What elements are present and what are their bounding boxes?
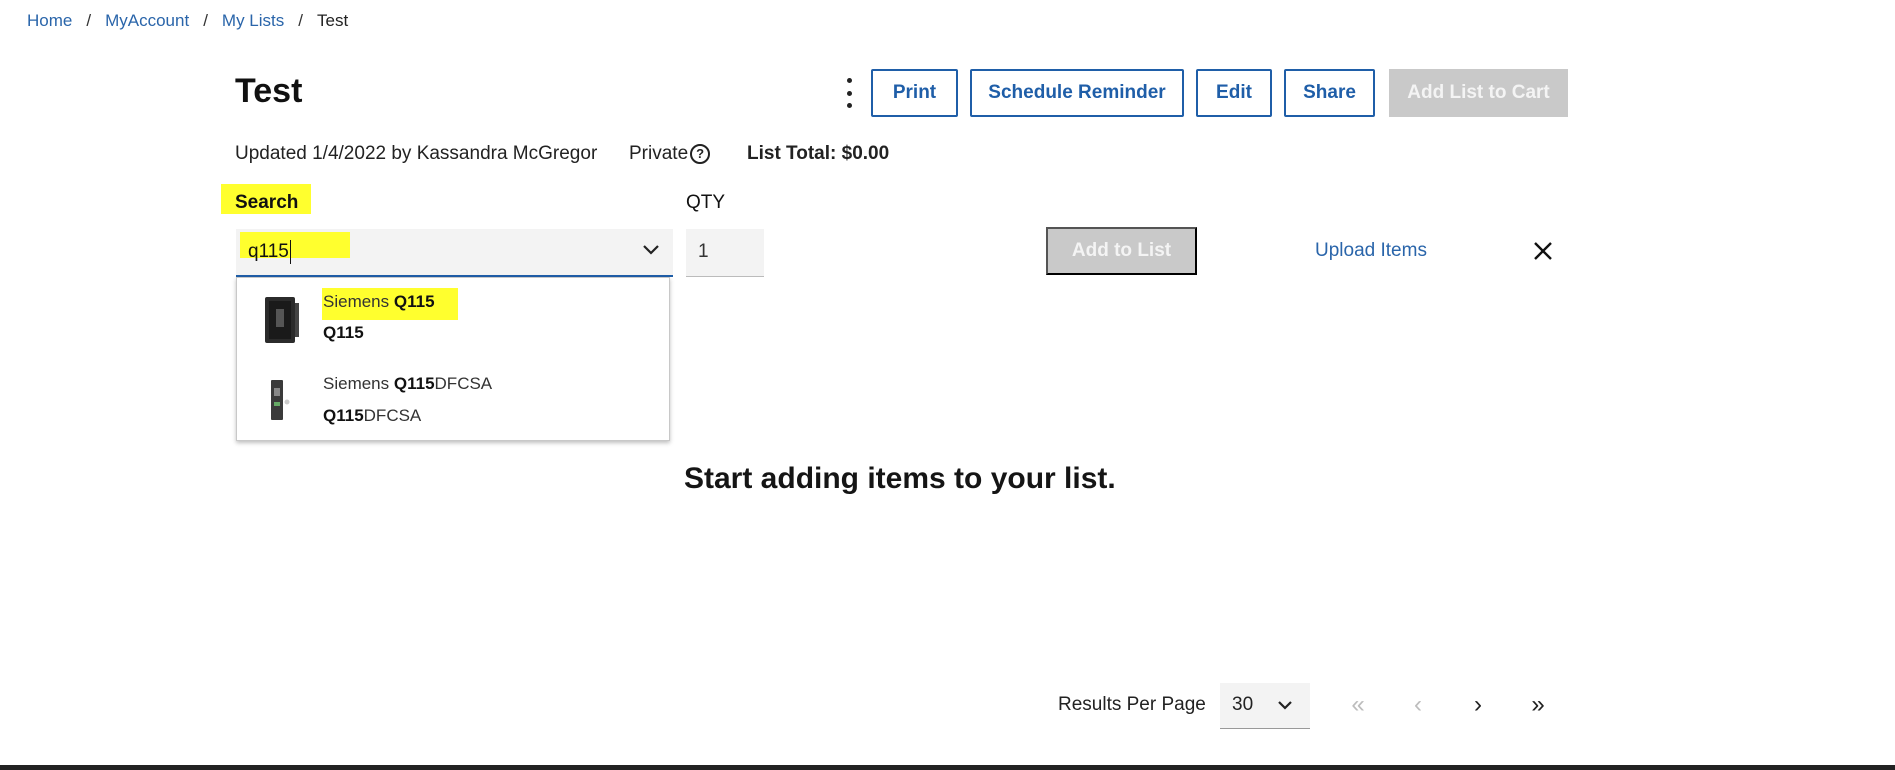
suggestion-match: Q115 xyxy=(393,374,435,393)
upload-items-link[interactable]: Upload Items xyxy=(1315,240,1427,262)
add-to-list-button[interactable]: Add to List xyxy=(1046,227,1197,275)
suggestion-rest: DFCSA xyxy=(434,374,493,393)
qty-label: QTY xyxy=(686,192,726,213)
chevron-down-icon[interactable] xyxy=(641,243,661,257)
add-list-to-cart-button[interactable]: Add List to Cart xyxy=(1389,69,1568,117)
suggestion-sku: Q115 xyxy=(323,323,364,343)
suggestion-item[interactable]: Siemens Q115DFCSA Q115DFCSA xyxy=(237,360,669,440)
breadcrumb-home[interactable]: Home xyxy=(27,11,72,31)
kebab-vertical-icon[interactable] xyxy=(842,78,856,108)
breadcrumb-current: Test xyxy=(317,11,349,30)
breadcrumb-myaccount[interactable]: MyAccount xyxy=(105,11,189,31)
close-icon[interactable] xyxy=(1532,240,1554,262)
print-button[interactable]: Print xyxy=(871,69,958,117)
schedule-reminder-button[interactable]: Schedule Reminder xyxy=(970,69,1184,117)
suggestion-sku-match: Q115 xyxy=(323,323,364,342)
breadcrumb-separator: / xyxy=(86,11,92,30)
last-page-button[interactable]: » xyxy=(1523,690,1553,720)
search-label: Search xyxy=(235,192,299,213)
edit-button[interactable]: Edit xyxy=(1196,69,1272,117)
breadcrumb-separator: / xyxy=(203,11,208,30)
visibility-label: Private xyxy=(629,143,689,164)
suggestion-sku-match: Q115 xyxy=(323,406,364,425)
suggestion-title: Siemens Q115 xyxy=(323,292,435,312)
list-total: List Total: $0.00 xyxy=(747,143,890,164)
suggestion-title: Siemens Q115DFCSA xyxy=(323,374,492,394)
breadcrumb-my-lists[interactable]: My Lists xyxy=(222,11,284,31)
first-page-button[interactable]: « xyxy=(1343,690,1373,720)
suggestion-item[interactable]: Siemens Q115 Q115 xyxy=(237,278,669,358)
page-title: Test xyxy=(235,72,303,110)
breadcrumb: Home / MyAccount / My Lists / Test xyxy=(27,10,348,32)
kebab-dot xyxy=(846,78,852,83)
visibility-info: Private ? xyxy=(629,142,711,166)
kebab-dot xyxy=(846,90,852,96)
qty-input-value[interactable]: 1 xyxy=(698,241,709,263)
suggestion-sku: Q115DFCSA xyxy=(323,406,421,426)
results-per-page-label: Results Per Page xyxy=(1058,694,1206,715)
prev-page-button[interactable]: ‹ xyxy=(1403,690,1433,720)
kebab-dot xyxy=(846,103,852,108)
breaker-thumbnail-icon xyxy=(265,297,299,343)
suggestion-sku-rest: DFCSA xyxy=(363,406,422,425)
text-caret xyxy=(290,240,291,264)
suggestion-match: Q115 xyxy=(393,292,435,311)
breadcrumb-separator: / xyxy=(298,11,303,30)
suggestion-brand: Siemens xyxy=(323,292,390,311)
breaker-thumbnail-icon xyxy=(271,380,290,420)
updated-info: Updated 1/4/2022 by Kassandra McGregor xyxy=(235,143,598,164)
search-suggestions-dropdown: Siemens Q115 Q115 Siemens Q115DFCSA Q115… xyxy=(236,277,670,441)
empty-state-message: Start adding items to your list. xyxy=(684,462,1116,495)
chevron-down-icon[interactable] xyxy=(1277,699,1293,711)
results-per-page-value[interactable]: 30 xyxy=(1232,694,1253,716)
next-page-button[interactable]: › xyxy=(1463,690,1493,720)
share-button[interactable]: Share xyxy=(1284,69,1375,117)
help-circle-icon[interactable]: ? xyxy=(690,144,711,164)
suggestion-brand: Siemens xyxy=(323,374,390,393)
bottom-bar xyxy=(0,765,1895,770)
search-input-value[interactable]: q115 xyxy=(248,241,289,263)
